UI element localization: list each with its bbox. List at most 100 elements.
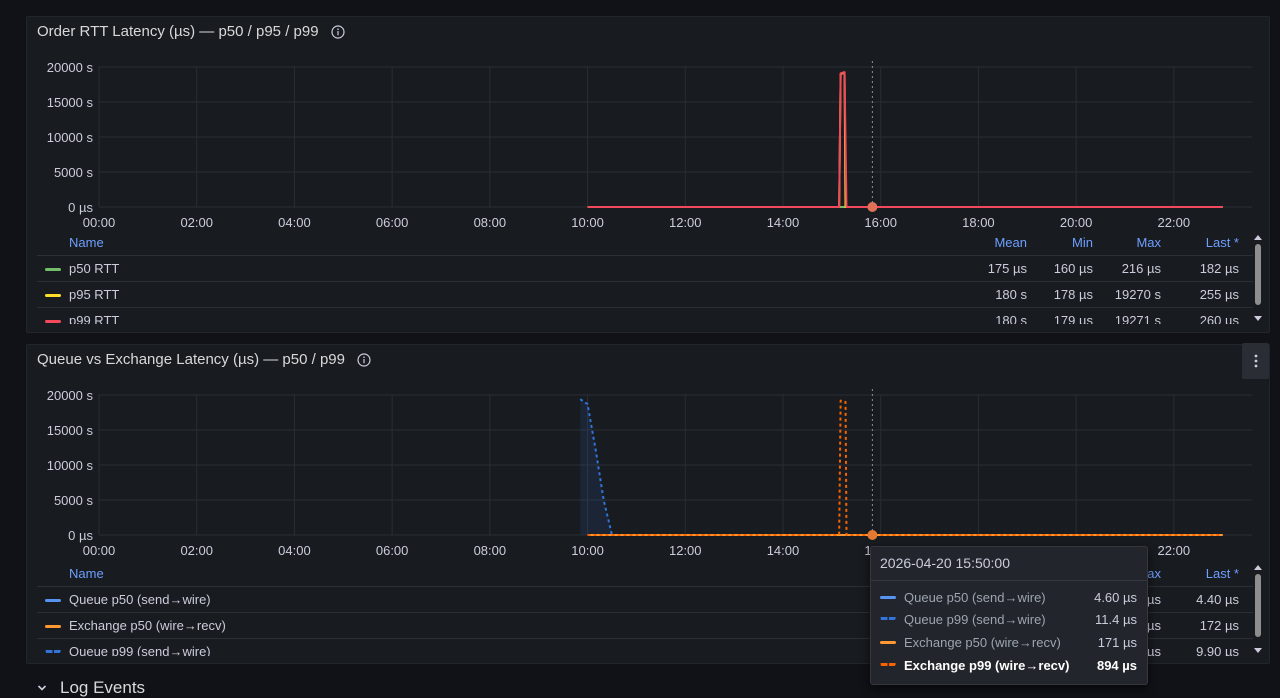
x-tick-label: 10:00 [571, 215, 604, 230]
legend-last: 9.90 µs [1196, 644, 1239, 656]
tooltip-series-value: 171 µs [1097, 635, 1137, 650]
legend-series-name: p95 RTT [69, 287, 120, 302]
series-line [587, 71, 1223, 208]
x-tick-label: 10:00 [571, 543, 604, 558]
legend-swatch [45, 650, 61, 653]
scroll-up-icon[interactable] [1254, 235, 1262, 240]
legend-last: 260 µs [1199, 313, 1239, 324]
legend-max: 216 µs [1121, 261, 1161, 276]
x-tick-label: 06:00 [376, 215, 409, 230]
queue-exchange-chart[interactable]: 0 µs 5000 s 10000 s 15000 s 20000 s 00:00 02:0… [27, 345, 1271, 560]
rtt-latency-chart[interactable]: 0 µs 5000 s 10000 s 15000 s 20000 s 00:00 02:0… [27, 17, 1271, 232]
legend-last: 4.40 µs [1196, 592, 1239, 607]
legend-scrollbar[interactable] [1253, 563, 1263, 658]
legend-mean: 180 s [995, 313, 1027, 324]
legend-last: 172 µs [1199, 618, 1239, 633]
x-tick-label: 14:00 [767, 215, 800, 230]
legend-scrollbar[interactable] [1253, 233, 1263, 326]
legend-max: 19270 s [1114, 287, 1161, 302]
tooltip-swatch [880, 617, 896, 620]
y-tick-label: 0 µs [68, 200, 93, 215]
x-tick-label: 02:00 [180, 543, 213, 558]
legend-series-name: p99 RTT [69, 313, 120, 324]
series-area [580, 399, 1223, 535]
legend-header-name[interactable]: Name [69, 566, 104, 581]
legend-last: 255 µs [1199, 287, 1239, 302]
tooltip-divider [871, 580, 1147, 581]
scroll-up-icon[interactable] [1254, 565, 1262, 570]
series-line [587, 399, 1223, 536]
scrollbar-thumb[interactable] [1255, 244, 1261, 305]
legend-header-mean[interactable]: Mean [994, 235, 1027, 250]
legend-mean: 175 µs [987, 261, 1027, 276]
x-tick-label: 12:00 [669, 543, 702, 558]
hover-tooltip: 2026-04-20 15:50:00 Queue p50 (send→wire… [870, 546, 1148, 685]
legend-series-name: Queue p50 (send→wire) [69, 592, 211, 607]
legend-row-p50[interactable]: p50 RTT 175 µs 160 µs 216 µs 182 µs [37, 255, 1253, 281]
legend-swatch [45, 268, 61, 271]
x-tick-label: 16:00 [864, 215, 897, 230]
legend-last: 182 µs [1199, 261, 1239, 276]
y-tick-label: 0 µs [68, 528, 93, 543]
x-tick-label: 00:00 [83, 215, 116, 230]
legend-row-p99[interactable]: p99 RTT 180 s 179 µs 19271 s 260 µs [37, 307, 1253, 324]
y-tick-label: 15000 s [47, 95, 94, 110]
legend-min: 178 µs [1053, 287, 1093, 302]
rtt-legend-table: Name Mean Min Max Last * p50 RTT 175 µs … [37, 233, 1253, 324]
legend-mean: 180 s [995, 287, 1027, 302]
scrollbar-thumb[interactable] [1255, 574, 1261, 637]
legend-series-name: p50 RTT [69, 261, 120, 276]
tooltip-series-name: Queue p99 (send→wire) [904, 612, 1046, 627]
series-line [579, 398, 1223, 536]
tooltip-row: Exchange p50 (wire→recv) 171 µs [880, 633, 1137, 653]
y-tick-label: 20000 s [47, 60, 94, 75]
x-tick-label: 08:00 [474, 543, 507, 558]
x-tick-label: 00:00 [83, 543, 116, 558]
y-tick-label: 10000 s [47, 458, 94, 473]
legend-min: 160 µs [1053, 261, 1093, 276]
legend-max: µs [1147, 644, 1161, 656]
legend-header-max[interactable]: Max [1136, 235, 1161, 250]
x-tick-label: 12:00 [669, 215, 702, 230]
log-events-row[interactable]: Log Events [36, 678, 145, 698]
legend-swatch [45, 599, 61, 602]
legend-header-last[interactable]: Last * [1206, 235, 1239, 250]
legend-max: µs [1147, 618, 1161, 633]
legend-series-name: Exchange p50 (wire→recv) [69, 618, 226, 633]
tooltip-timestamp: 2026-04-20 15:50:00 [880, 555, 1010, 571]
y-tick-label: 5000 s [54, 165, 94, 180]
x-tick-label: 14:00 [767, 543, 800, 558]
tooltip-swatch [880, 596, 896, 599]
x-tick-label: 06:00 [376, 543, 409, 558]
tooltip-series-value: 11.4 µs [1095, 612, 1137, 627]
chart-grid [98, 394, 1252, 536]
tooltip-series-name: Exchange p50 (wire→recv) [904, 635, 1061, 650]
legend-header-min[interactable]: Min [1072, 235, 1093, 250]
scroll-down-icon[interactable] [1254, 316, 1262, 321]
legend-header: Name Mean Min Max Last * [37, 233, 1253, 255]
chart-grid [98, 66, 1252, 208]
y-tick-label: 20000 s [47, 388, 94, 403]
tooltip-swatch [880, 663, 896, 666]
y-tick-label: 10000 s [47, 130, 94, 145]
legend-series-name: Queue p99 (send→wire) [69, 644, 211, 656]
legend-max: 19271 s [1114, 313, 1161, 324]
x-tick-label: 20:00 [1060, 215, 1093, 230]
tooltip-series-value: 894 µs [1096, 658, 1137, 673]
hover-point [867, 202, 878, 212]
x-tick-label: 08:00 [474, 215, 507, 230]
tooltip-row-highlighted: Exchange p99 (wire→recv) 894 µs [880, 656, 1137, 676]
legend-header-last[interactable]: Last * [1206, 566, 1239, 581]
legend-row-p95[interactable]: p95 RTT 180 s 178 µs 19270 s 255 µs [37, 281, 1253, 307]
x-tick-label: 04:00 [278, 543, 311, 558]
scroll-down-icon[interactable] [1254, 648, 1262, 653]
series-line [587, 71, 1223, 208]
legend-min: 179 µs [1053, 313, 1093, 324]
legend-swatch [45, 625, 61, 628]
legend-swatch [45, 294, 61, 297]
chevron-down-icon[interactable] [36, 682, 48, 694]
tooltip-series-name: Queue p50 (send→wire) [904, 590, 1046, 605]
tooltip-series-name: Exchange p99 (wire→recv) [904, 658, 1070, 673]
x-tick-label: 02:00 [180, 215, 213, 230]
legend-header-name[interactable]: Name [69, 235, 104, 250]
